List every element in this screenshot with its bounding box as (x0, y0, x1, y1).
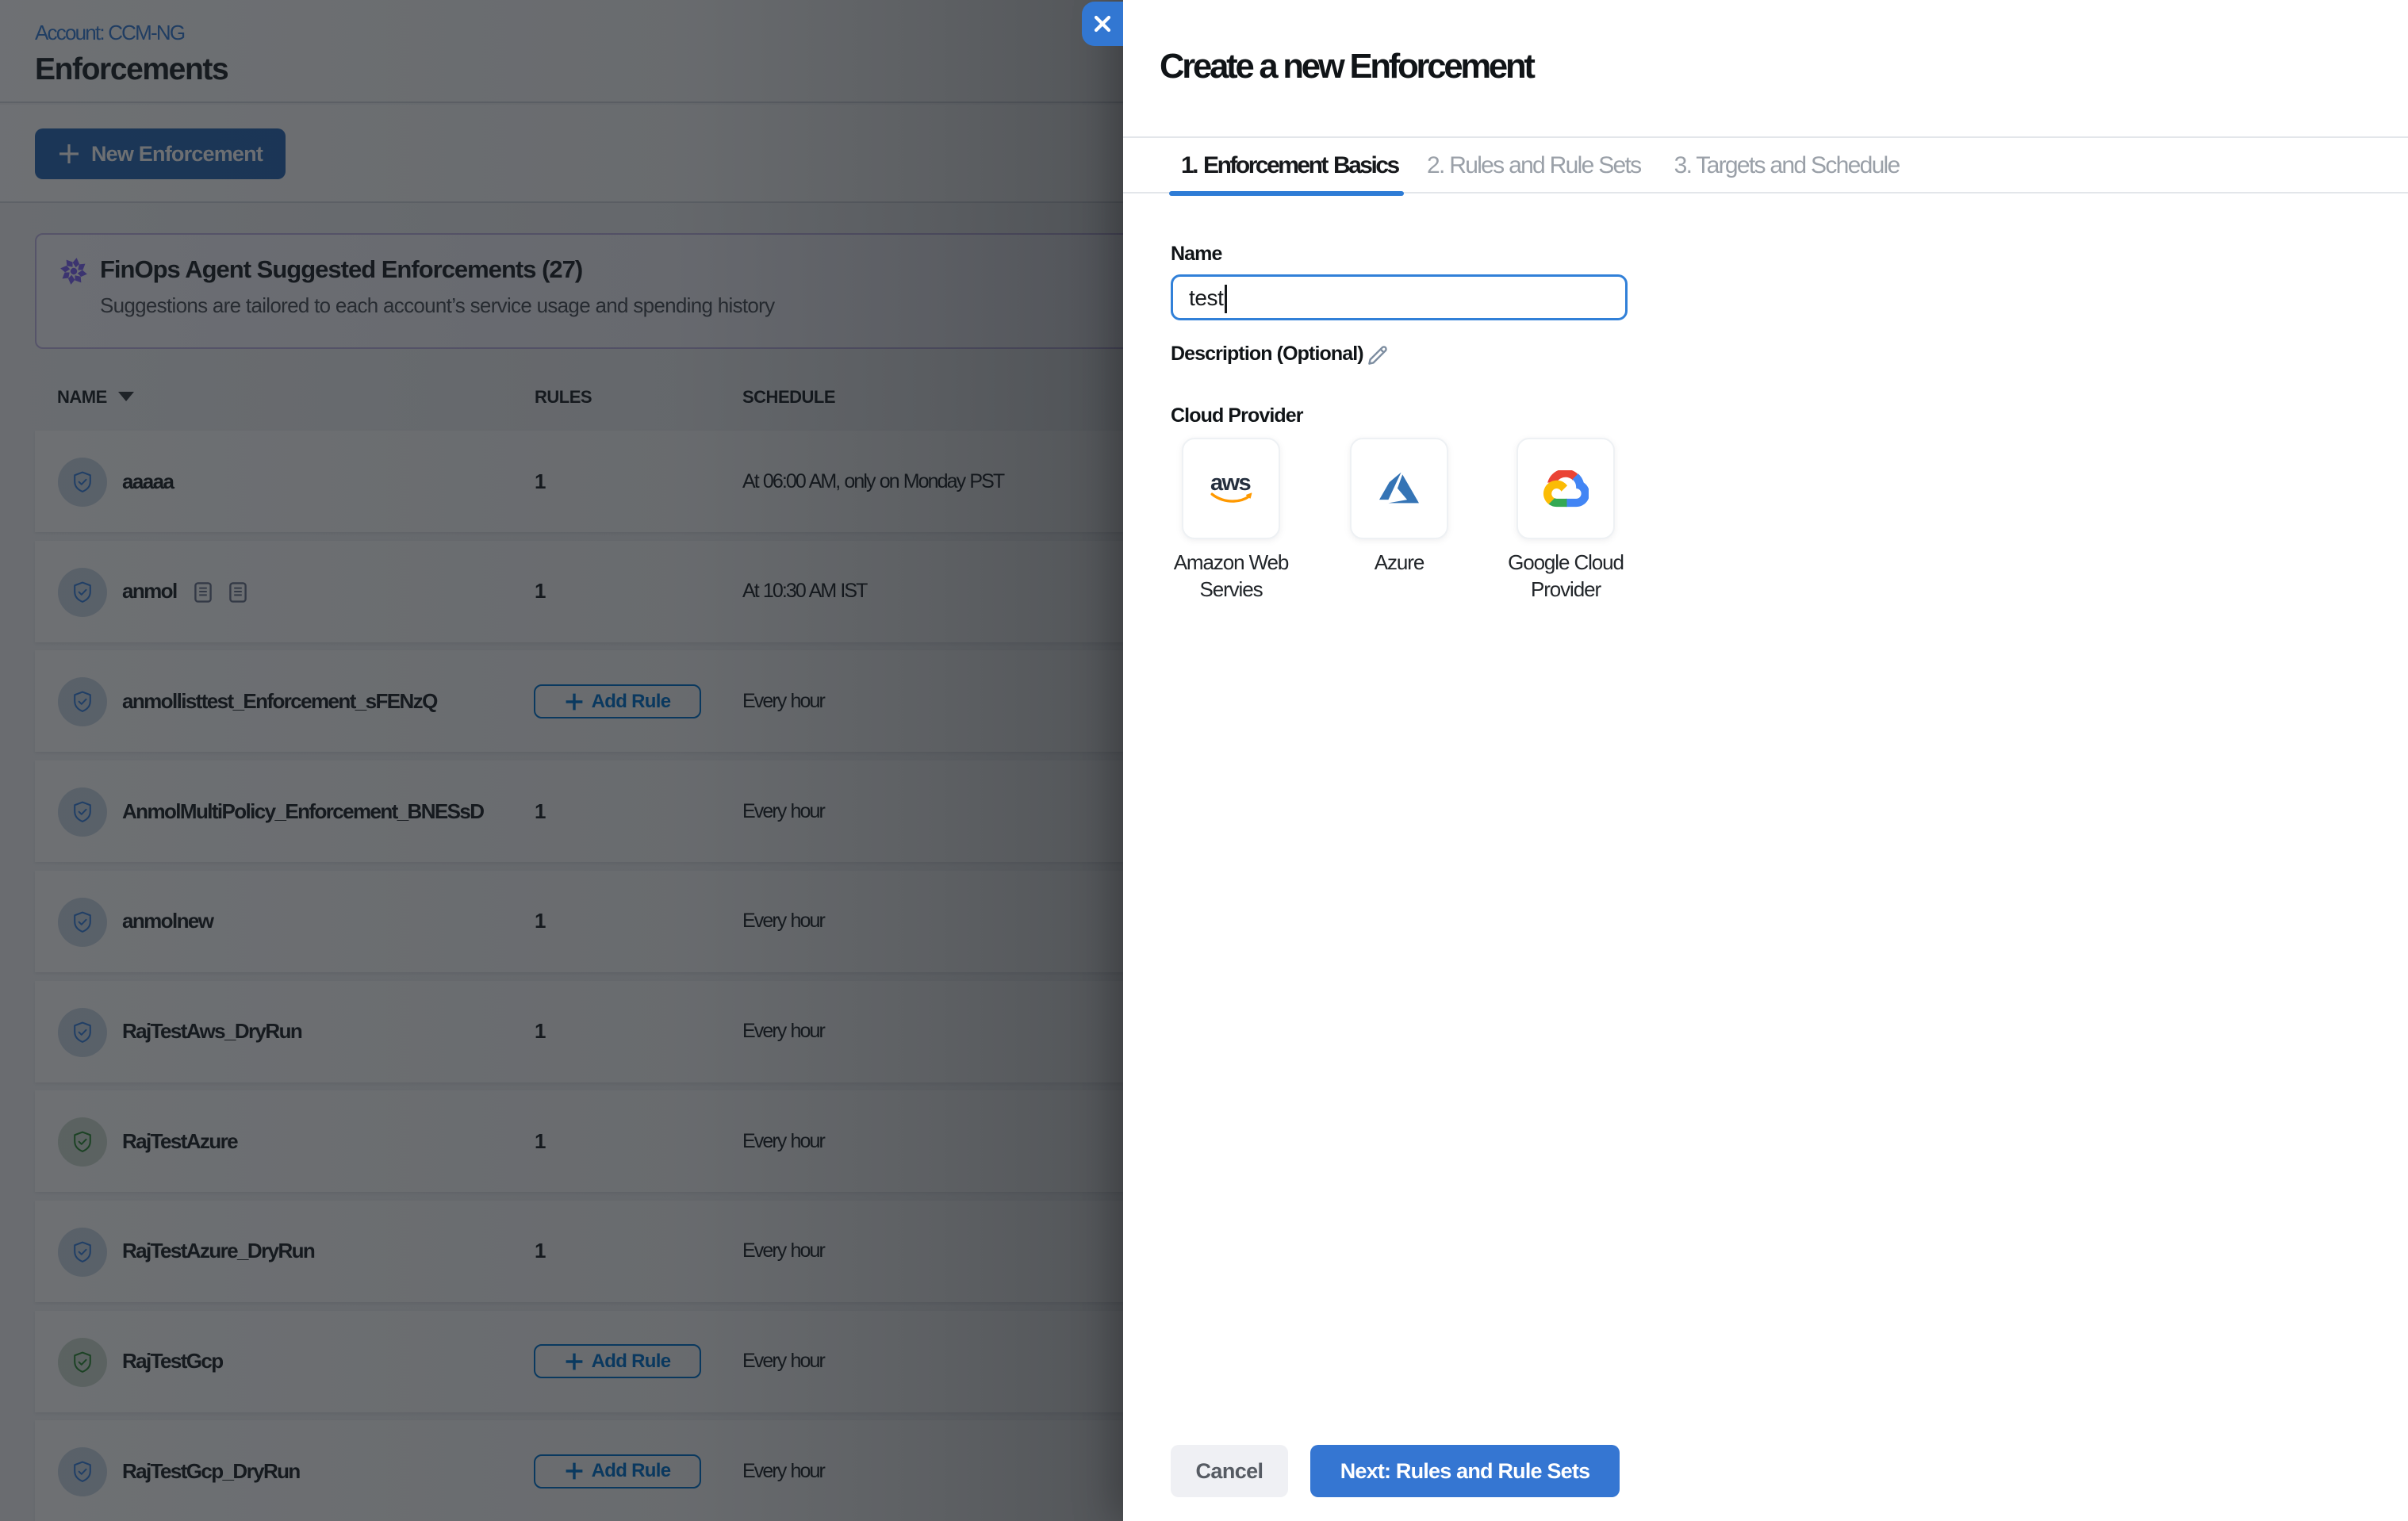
svg-text:aws: aws (1210, 470, 1250, 496)
